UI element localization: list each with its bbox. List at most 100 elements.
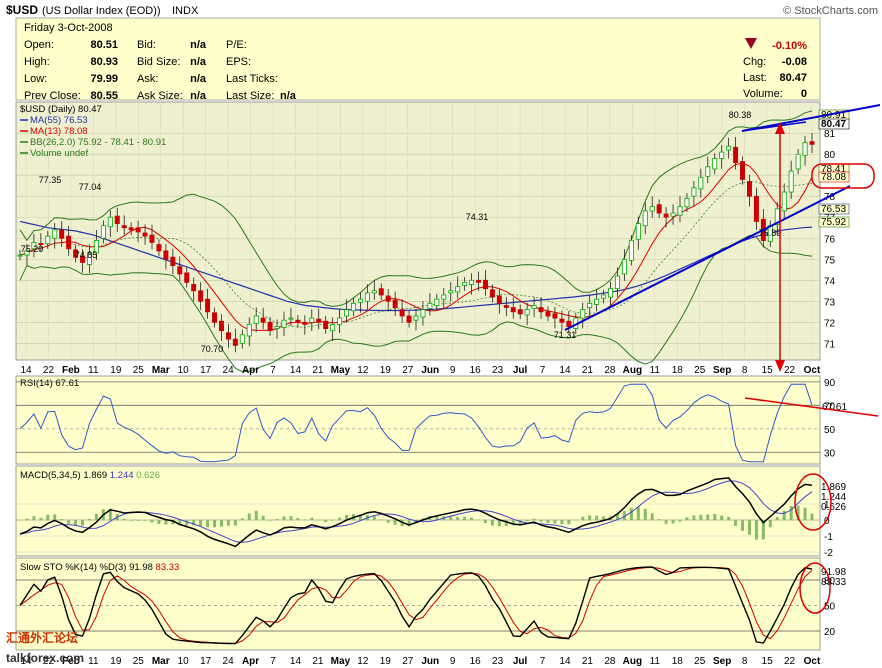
x-axis-label-bottom: Oct — [804, 656, 821, 667]
macd-histogram-bar — [747, 520, 751, 535]
price-annotation: 74.31 — [466, 212, 489, 222]
x-axis-label: 28 — [604, 365, 616, 376]
x-axis-label: 25 — [694, 365, 706, 376]
candle-body — [17, 254, 23, 257]
candle-body — [246, 323, 252, 337]
candle-body — [406, 315, 412, 323]
macd-histogram-bar — [699, 514, 703, 521]
x-axis-label-bottom: Apr — [242, 656, 259, 667]
macd-histogram-bar — [81, 520, 85, 526]
x-axis-label: 11 — [88, 365, 99, 376]
candle-body — [225, 332, 231, 340]
candle-body — [128, 227, 134, 231]
price-value-label: 76.53 — [821, 204, 846, 215]
macd-tick-label: -1 — [824, 532, 833, 543]
candle-body — [510, 307, 516, 313]
quote-label: Bid: — [137, 39, 156, 51]
candle-body — [281, 319, 287, 328]
x-axis-label: 14 — [559, 365, 571, 376]
x-axis-label: 21 — [582, 365, 594, 376]
candle-body — [163, 250, 169, 260]
candle-body — [746, 181, 752, 197]
macd-histogram-bar — [768, 520, 772, 528]
candle-body — [566, 320, 572, 327]
x-axis-label: May — [331, 365, 351, 376]
change-percent: -0.10% — [772, 40, 807, 52]
candle-body — [337, 317, 343, 325]
price-tick-label: 75 — [824, 255, 836, 266]
candle-body — [677, 206, 683, 216]
macd-histogram-bar — [240, 518, 244, 521]
x-axis-label: 7 — [270, 365, 276, 376]
macd-histogram-bar — [449, 516, 453, 521]
macd-histogram-bar — [46, 514, 50, 521]
x-axis-label-bottom: 8 — [742, 656, 748, 667]
candle-body — [212, 312, 218, 323]
quote-label: Low: — [24, 73, 47, 85]
macd-histogram-bar — [122, 518, 126, 521]
candle-body — [52, 229, 58, 239]
candle-body — [455, 286, 461, 293]
candle-body — [802, 142, 808, 156]
macd-histogram-bar — [254, 510, 258, 521]
macd-histogram-bar — [560, 520, 564, 525]
x-axis-label-bottom: 10 — [178, 656, 190, 667]
sto-tick-label: 20 — [824, 627, 836, 638]
x-axis-label-bottom: 17 — [200, 656, 212, 667]
macd-histogram-bar — [206, 520, 210, 528]
x-axis-label: 9 — [450, 365, 456, 376]
candle-body — [184, 272, 190, 283]
candle-body — [663, 213, 669, 218]
price-annotation: 77.04 — [79, 182, 102, 192]
rsi-legend: RSI(14) 67.61 — [20, 378, 79, 389]
price-annotation: 74.85 — [75, 250, 98, 260]
candle-body — [267, 321, 273, 332]
candle-body — [434, 298, 440, 306]
candle-body — [170, 256, 176, 266]
macd-tick-label: -2 — [824, 548, 833, 559]
x-axis-label: 22 — [43, 365, 55, 376]
quote-value: 0 — [801, 88, 807, 100]
macd-histogram-bar — [727, 516, 731, 521]
macd-histogram-bar — [164, 520, 168, 525]
macd-histogram-bar — [595, 515, 599, 521]
x-axis-label-bottom: 16 — [470, 656, 482, 667]
candle-body — [198, 290, 204, 302]
macd-tick-label: 0 — [824, 516, 830, 527]
candle-body — [608, 288, 614, 298]
macd-histogram-bar — [803, 507, 807, 521]
candle-body — [378, 288, 384, 296]
rsi-panel — [15, 375, 821, 465]
copyright-text: © StockCharts.com — [783, 5, 878, 17]
macd-histogram-bar — [129, 520, 133, 521]
price-tick-label: 81 — [824, 129, 836, 140]
date-line: Friday 3-Oct-2008 — [24, 22, 113, 34]
quote-value: 79.99 — [90, 73, 118, 85]
x-axis-label: Jun — [421, 365, 439, 376]
candle-body — [469, 279, 475, 285]
macd-histogram-bar — [532, 518, 536, 521]
x-axis-label-bottom: 9 — [450, 656, 456, 667]
stock-chart: $USD (US Dollar Index (EOD)) INDX © Stoc… — [6, 3, 881, 667]
x-axis-label-bottom: 11 — [650, 656, 661, 667]
candle-body — [788, 170, 794, 193]
x-axis-label-bottom: 28 — [604, 656, 616, 667]
macd-histogram-bar — [456, 517, 460, 521]
macd-histogram-bar — [671, 520, 675, 524]
quote-value: n/a — [280, 90, 297, 102]
candle-body — [531, 305, 537, 310]
macd-histogram-bar — [734, 520, 738, 526]
x-axis-label: 7 — [540, 365, 546, 376]
x-axis-label-bottom: Mar — [152, 656, 170, 667]
macd-histogram-bar — [275, 518, 279, 521]
candle-body — [392, 299, 398, 308]
macd-histogram-bar — [226, 520, 230, 526]
x-axis-label-bottom: 18 — [672, 656, 684, 667]
x-axis-label: 8 — [742, 365, 748, 376]
candle-body — [601, 294, 607, 299]
candle-body — [59, 229, 65, 239]
candle-body — [441, 294, 447, 300]
candle-body — [260, 317, 266, 323]
x-axis-label: 10 — [178, 365, 190, 376]
candle-body — [420, 309, 426, 318]
